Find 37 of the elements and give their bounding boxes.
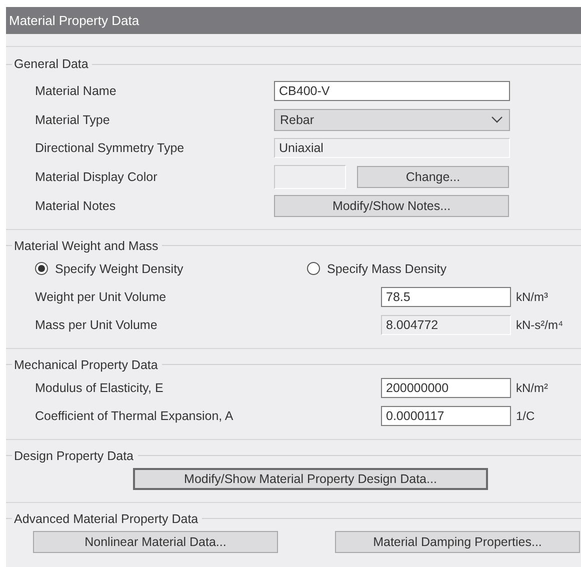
section-heading: General Data xyxy=(13,57,90,71)
section-heading: Material Weight and Mass xyxy=(13,238,160,253)
read-only-field: Uniaxial xyxy=(274,138,510,158)
caret-icon xyxy=(491,116,503,124)
radio-button[interactable] xyxy=(307,262,320,276)
dropdown[interactable]: Rebar xyxy=(274,108,510,131)
property-button[interactable]: Nonlinear Material Data... xyxy=(33,530,278,553)
radio-label[interactable]: Specify Weight Density xyxy=(55,262,184,276)
field-label: Weight per Unit Volume xyxy=(35,290,168,304)
field-label: Coefficient of Thermal Expansion, A xyxy=(35,408,234,423)
text-field[interactable]: CB400-V xyxy=(274,81,510,102)
section-heading: Mechanical Property Data xyxy=(13,358,159,372)
number-field[interactable]: 78.5 xyxy=(381,286,511,307)
color-swatch xyxy=(274,165,346,190)
field-label: Directional Symmetry Type xyxy=(35,141,186,156)
number-field[interactable]: 0.0000117 xyxy=(381,406,511,426)
window-title: Material Property Data xyxy=(6,7,581,34)
section-heading: Design Property Data xyxy=(13,448,135,463)
unit-label: kN-s²/m⁴ xyxy=(516,318,564,332)
section-heading: Advanced Material Property Data xyxy=(13,512,200,526)
radio-button[interactable] xyxy=(35,262,48,276)
unit-label: kN/m³ xyxy=(516,290,548,304)
unit-label: 1/C xyxy=(516,408,535,423)
read-only-field: 8.004772 xyxy=(381,314,511,335)
field-label: Modulus of Elasticity, E xyxy=(35,380,164,395)
property-button[interactable]: Material Damping Properties... xyxy=(335,530,580,553)
radio-label[interactable]: Specify Mass Density xyxy=(327,262,446,276)
field-label: Material Notes xyxy=(35,198,117,213)
unit-label: kN/m² xyxy=(516,380,548,395)
notes-button[interactable]: Modify/Show Notes... xyxy=(274,194,509,217)
design-data-button[interactable]: Modify/Show Material Property Design Data... xyxy=(133,468,488,490)
field-label: Material Display Color xyxy=(35,170,158,184)
number-field[interactable]: 200000000 xyxy=(381,378,511,398)
field-label: Material Name xyxy=(35,84,118,98)
field-label: Material Type xyxy=(35,112,111,127)
change-button[interactable]: Change... xyxy=(357,166,509,188)
field-label: Mass per Unit Volume xyxy=(35,318,158,332)
